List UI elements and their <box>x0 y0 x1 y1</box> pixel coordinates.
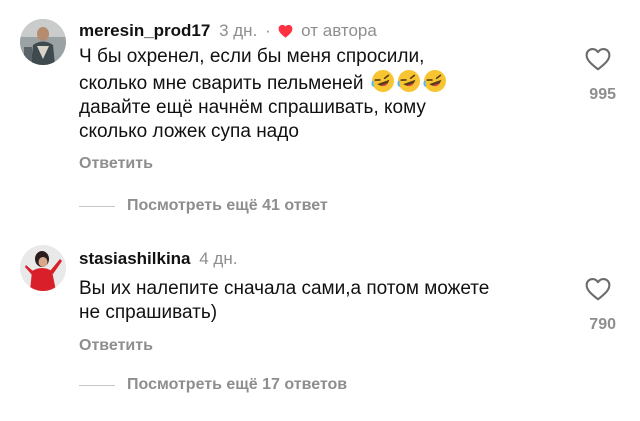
avatar[interactable] <box>20 245 66 291</box>
separator-dot: · <box>265 21 271 40</box>
comment-text-line: Ч бы охренел, если бы меня спросили, <box>79 46 425 67</box>
like-button[interactable] <box>585 277 611 301</box>
comment-text-line: давайте ещё начнём спрашивать, кому <box>79 97 426 118</box>
comment-meta: stasiashilkina 4 дн. <box>79 248 237 270</box>
comment-text-line: не спрашивать) <box>79 302 218 323</box>
view-more-replies-label: Посмотреть ещё 41 ответ <box>127 197 328 214</box>
comment-text-line: сколько ложек супа надо <box>79 121 299 142</box>
author-liked-label: от автора <box>301 21 377 40</box>
comment-meta: meresin_prod17 3 дн. · от автора <box>79 20 377 44</box>
comment-text: Вы их налепите сначала сами,а потом може… <box>79 277 559 325</box>
heart-outline-icon <box>585 278 611 301</box>
rofl-emoji-icon <box>423 69 447 93</box>
username[interactable]: meresin_prod17 <box>79 21 210 40</box>
comment-text: Ч бы охренел, если бы меня спросили, ско… <box>79 45 559 144</box>
like-count: 995 <box>589 86 616 103</box>
avatar[interactable] <box>20 19 66 65</box>
heart-outline-icon <box>585 48 611 71</box>
divider-line <box>79 384 115 386</box>
rofl-emoji-icon <box>371 69 395 93</box>
reply-button[interactable]: Ответить <box>79 337 153 355</box>
divider-line <box>79 205 115 207</box>
avatar-photo-icon <box>20 19 66 65</box>
timestamp: 3 дн. <box>219 21 258 40</box>
username[interactable]: stasiashilkina <box>79 249 191 268</box>
comment-text-line: сколько мне сварить пельменей <box>79 73 364 94</box>
view-more-replies[interactable]: Посмотреть ещё 17 ответов <box>79 374 347 396</box>
view-more-replies[interactable]: Посмотреть ещё 41 ответ <box>79 195 328 217</box>
comment-text-line-with-emoji: сколько мне сварить пельменей <box>79 69 559 96</box>
like-count: 790 <box>589 316 616 333</box>
rofl-emoji-icon <box>397 69 421 93</box>
like-button[interactable] <box>585 47 611 71</box>
reply-button[interactable]: Ответить <box>79 155 153 173</box>
view-more-replies-label: Посмотреть ещё 17 ответов <box>127 376 348 393</box>
timestamp: 4 дн. <box>199 249 238 268</box>
comment-text-line: Вы их налепите сначала сами,а потом може… <box>79 278 490 299</box>
avatar-photo-icon <box>20 245 66 291</box>
author-heart-icon <box>278 22 293 44</box>
